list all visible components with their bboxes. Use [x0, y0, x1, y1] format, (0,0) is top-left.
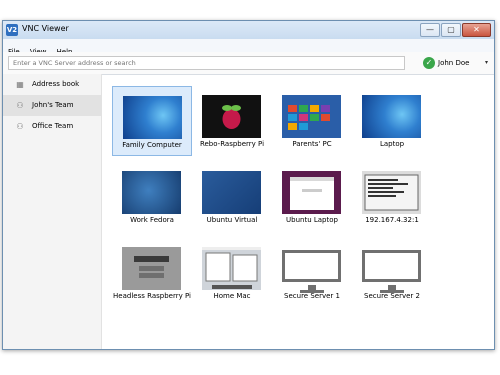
computer-tile-ubuntu-virtual[interactable]: Ubuntu Virtual: [192, 162, 272, 232]
sidebar-item-label: Office Team: [32, 122, 74, 130]
chevron-down-icon: ▾: [485, 59, 489, 66]
maximize-button[interactable]: ▢: [441, 23, 461, 37]
grid-icon: ▦: [16, 80, 24, 89]
sidebar-item-label: John's Team: [32, 101, 74, 109]
sidebar-item-label: Address book: [32, 80, 80, 88]
user-menu[interactable]: ✓ John Doe ▾: [423, 56, 493, 70]
computer-tile-rebo-raspberry-pi[interactable]: Rebo-Raspberry Pi: [192, 86, 272, 156]
computer-tile-secure-server-2[interactable]: Secure Server 2: [352, 238, 432, 308]
sidebar-item-johns-team[interactable]: ⚇ John's Team: [3, 95, 101, 116]
raspberry-icon: [222, 105, 241, 129]
monitor-icon: [282, 250, 341, 282]
sidebar-item-address-book[interactable]: ▦ Address book: [3, 74, 101, 95]
computer-tile-work-fedora[interactable]: Work Fedora: [112, 162, 192, 232]
computer-tile-laptop[interactable]: Laptop: [352, 86, 432, 156]
computer-label: Laptop: [379, 140, 405, 148]
browser-window-graphic: [290, 177, 334, 210]
computer-label: 192.167.4.32:1: [365, 216, 419, 224]
computer-label: Ubuntu Virtual: [206, 216, 258, 224]
ubuntu-desktop-thumbnail: [202, 171, 261, 214]
raspberry-pi-desktop-thumbnail: [202, 95, 261, 138]
title-bar[interactable]: V2 VNC Viewer — ▢ ✕: [3, 21, 494, 39]
address-bar: ✓ John Doe ▾: [3, 52, 494, 75]
computer-tile-headless-raspberry-pi[interactable]: Headless Raspberry Pi: [112, 238, 192, 308]
computer-tile-family-computer[interactable]: Family Computer: [112, 86, 192, 156]
sidebar: ▦ Address book ⚇ John's Team ⚇ Office Te…: [3, 74, 102, 349]
minimize-button[interactable]: —: [420, 23, 440, 37]
user-name: John Doe: [438, 59, 470, 67]
computer-label: Rebo-Raspberry Pi: [199, 140, 265, 148]
windows-7-desktop-thumbnail: [123, 96, 182, 139]
computer-label: Secure Server 2: [364, 292, 420, 300]
sidebar-item-office-team[interactable]: ⚇ Office Team: [3, 116, 101, 137]
computer-label: Headless Raspberry Pi: [113, 292, 191, 300]
computer-label: Family Computer: [122, 141, 182, 149]
ubuntu-browser-desktop-thumbnail: [282, 171, 341, 214]
computer-label: Work Fedora: [130, 216, 174, 224]
start-tiles-graphic: [288, 105, 330, 130]
window-title: VNC Viewer: [22, 24, 69, 33]
computer-label: Ubuntu Laptop: [286, 216, 338, 224]
minecraft-desktop-thumbnail: [122, 247, 181, 290]
terminal-desktop-thumbnail: [362, 171, 421, 214]
team-icon: ⚇: [16, 101, 24, 110]
computer-tile-home-mac[interactable]: Home Mac: [192, 238, 272, 308]
app-icon: V2: [6, 24, 18, 36]
window-controls: — ▢ ✕: [419, 23, 491, 37]
address-search-input[interactable]: [8, 56, 405, 70]
status-check-icon: ✓: [423, 57, 435, 69]
monitor-icon: [362, 250, 421, 282]
windows-8-start-screen-thumbnail: [282, 95, 341, 138]
computer-tile-192-167-4-32-1[interactable]: 192.167.4.32:1: [352, 162, 432, 232]
computer-tile-parents-pc[interactable]: Parents' PC: [272, 86, 352, 156]
mac-desktop-thumbnail: [202, 247, 261, 290]
mac-windows-graphic: [202, 247, 261, 289]
close-button[interactable]: ✕: [462, 23, 491, 37]
windows-7-desktop-thumbnail: [362, 95, 421, 138]
computer-tile-secure-server-1[interactable]: Secure Server 1: [272, 238, 352, 308]
computer-label: Parents' PC: [292, 140, 332, 148]
computer-tile-ubuntu-laptop[interactable]: Ubuntu Laptop: [272, 162, 352, 232]
terminal-window-graphic: [364, 174, 419, 211]
minecraft-screen-graphic: [134, 256, 169, 278]
computer-label: Home Mac: [213, 292, 251, 300]
menu-bar: File View Help: [3, 39, 494, 56]
computer-label: Secure Server 1: [284, 292, 340, 300]
fedora-desktop-thumbnail: [122, 171, 181, 214]
team-icon: ⚇: [16, 122, 24, 131]
